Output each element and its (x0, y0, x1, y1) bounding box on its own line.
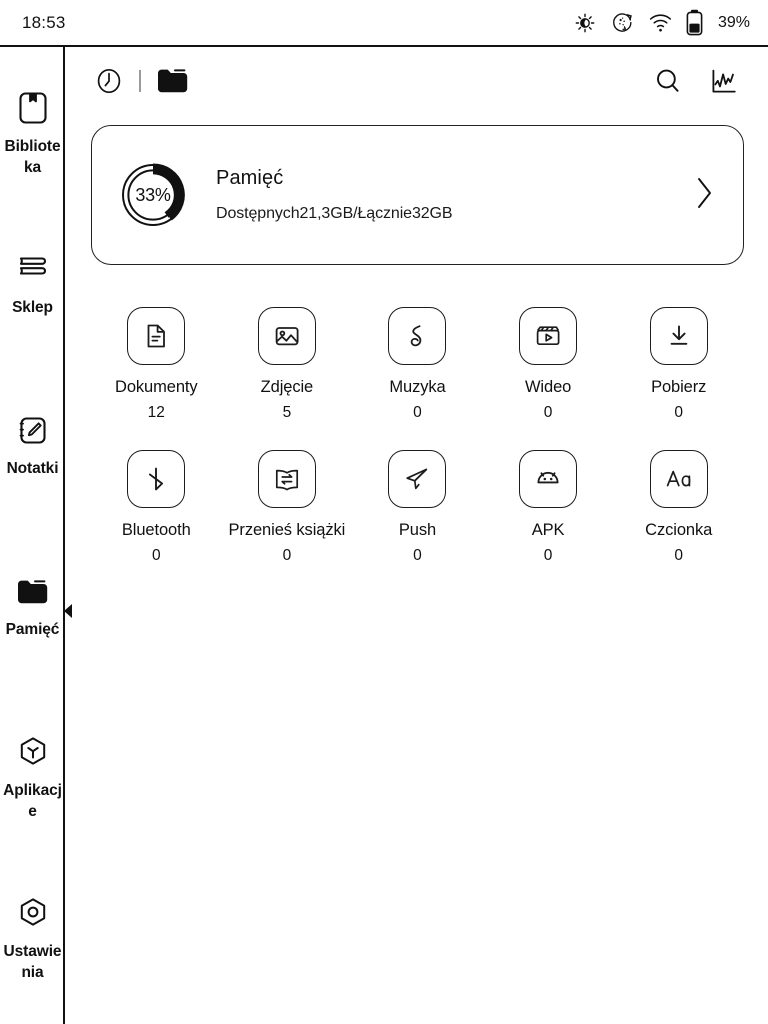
category-label: Push (398, 521, 437, 539)
category-muzyka[interactable]: Muzyka 0 (352, 307, 483, 422)
category-pobierz[interactable]: Pobierz 0 (613, 307, 744, 422)
folder-filled-icon (15, 572, 51, 612)
sidebar-label-ustawienia: Ustawienia (3, 943, 62, 982)
chevron-right-icon[interactable] (693, 174, 721, 217)
line-chart-icon[interactable] (708, 65, 740, 97)
sidebar-label-aplikacje: Aplikacje (3, 782, 62, 821)
storage-title: Pamięć (216, 167, 284, 189)
battery-icon[interactable] (686, 9, 703, 36)
library-book-icon (16, 89, 50, 129)
sidebar-item-biblioteka[interactable]: Biblioteka (0, 89, 65, 204)
settings-hexagon-icon (16, 894, 50, 934)
status-clock: 18:53 (22, 12, 66, 32)
category-label: Muzyka (389, 378, 446, 396)
category-count: 0 (151, 547, 161, 564)
sidebar-item-ustawienia[interactable]: Ustawienia (0, 894, 65, 1009)
sidebar-item-notatki[interactable]: Notatki (0, 411, 65, 526)
image-icon (257, 307, 316, 365)
category-label: Pobierz (651, 378, 707, 396)
android-icon (519, 450, 578, 508)
storage-percent-label: 33% (135, 184, 171, 205)
video-clapper-icon (519, 307, 578, 365)
sidebar-label-pamiec: Pamięć (5, 621, 60, 638)
category-label: Przenieś książki (228, 521, 346, 539)
storage-texts: Pamięć Dostępnych21,3GB/Łącznie32GB (216, 167, 693, 223)
font-aa-icon (649, 450, 708, 508)
content-area: 33% Pamięć Dostępnych21,3GB/Łącznie32GB (65, 47, 768, 1024)
clock-icon[interactable] (93, 65, 125, 97)
category-bluetooth[interactable]: Bluetooth 0 (91, 450, 222, 565)
apps-hexagon-icon (16, 733, 50, 773)
sidebar-nav: Biblioteka Sklep Notatki Pamięć Aplikacj… (0, 47, 72, 1024)
category-count: 0 (282, 547, 292, 564)
files-folder-tab[interactable] (155, 65, 191, 97)
wifi-icon[interactable] (648, 11, 673, 34)
toolbar-tabs (93, 65, 191, 97)
category-count: 0 (674, 547, 683, 564)
music-note-icon (388, 307, 447, 365)
category-count: 0 (413, 547, 422, 564)
search-icon[interactable] (652, 65, 684, 97)
download-icon (649, 307, 708, 365)
category-count: 5 (282, 404, 292, 421)
category-zdjecie[interactable]: Zdjęcie 5 (222, 307, 353, 422)
category-label: Czcionka (645, 521, 713, 539)
category-push[interactable]: Push 0 (352, 450, 483, 565)
content-toolbar (65, 47, 768, 115)
category-label: Zdjęcie (260, 378, 314, 396)
paper-plane-icon (388, 450, 447, 508)
category-grid: Dokumenty 12 Zdjęcie 5 Muzyka 0 Wideo 0 … (91, 307, 744, 565)
bluetooth-icon (127, 450, 186, 508)
book-transfer-icon (257, 450, 316, 508)
active-nav-marker (64, 604, 72, 618)
category-wideo[interactable]: Wideo 0 (483, 307, 614, 422)
store-books-icon (15, 250, 51, 290)
category-czcionka[interactable]: Czcionka 0 (613, 450, 744, 565)
sidebar-label-notatki: Notatki (6, 460, 59, 477)
category-count: 0 (413, 404, 422, 421)
storage-subtitle: Dostępnych21,3GB/Łącznie32GB (216, 205, 453, 222)
battery-percent-label: 39% (717, 13, 750, 31)
category-count: 0 (543, 547, 553, 564)
category-dokumenty[interactable]: Dokumenty 12 (91, 307, 222, 422)
eink-refresh-icon[interactable] (610, 10, 635, 35)
category-label: Bluetooth (121, 521, 191, 539)
toolbar-actions (652, 65, 740, 97)
category-label: Dokumenty (115, 378, 198, 396)
toolbar-divider (139, 70, 141, 92)
sidebar-item-sklep[interactable]: Sklep (0, 250, 65, 365)
note-pencil-icon (16, 411, 50, 451)
category-count: 12 (147, 404, 165, 421)
sidebar-label-sklep: Sklep (12, 299, 53, 316)
category-apk[interactable]: APK 0 (483, 450, 614, 565)
category-przenies-ksiazki[interactable]: Przenieś książki 0 (222, 450, 353, 565)
storage-summary-card[interactable]: 33% Pamięć Dostępnych21,3GB/Łącznie32GB (91, 125, 744, 265)
sidebar-item-pamiec[interactable]: Pamięć (0, 572, 72, 687)
category-label: APK (531, 521, 565, 539)
category-label: Wideo (524, 378, 572, 396)
category-count: 0 (674, 404, 683, 421)
storage-donut-chart: 33% (114, 156, 192, 234)
document-icon (127, 307, 186, 365)
status-bar: 18:53 39% (0, 0, 768, 47)
category-count: 0 (543, 404, 553, 421)
eink-storage-screen: 18:53 39% Biblioteka Sklep Notatki Pamię… (0, 0, 768, 1024)
main-body: Biblioteka Sklep Notatki Pamięć Aplikacj… (0, 47, 768, 1024)
sidebar-item-aplikacje[interactable]: Aplikacje (0, 733, 65, 848)
sidebar-label-biblioteka: Biblioteka (4, 138, 61, 177)
brightness-icon[interactable] (573, 11, 597, 35)
status-indicators: 39% (573, 9, 750, 36)
